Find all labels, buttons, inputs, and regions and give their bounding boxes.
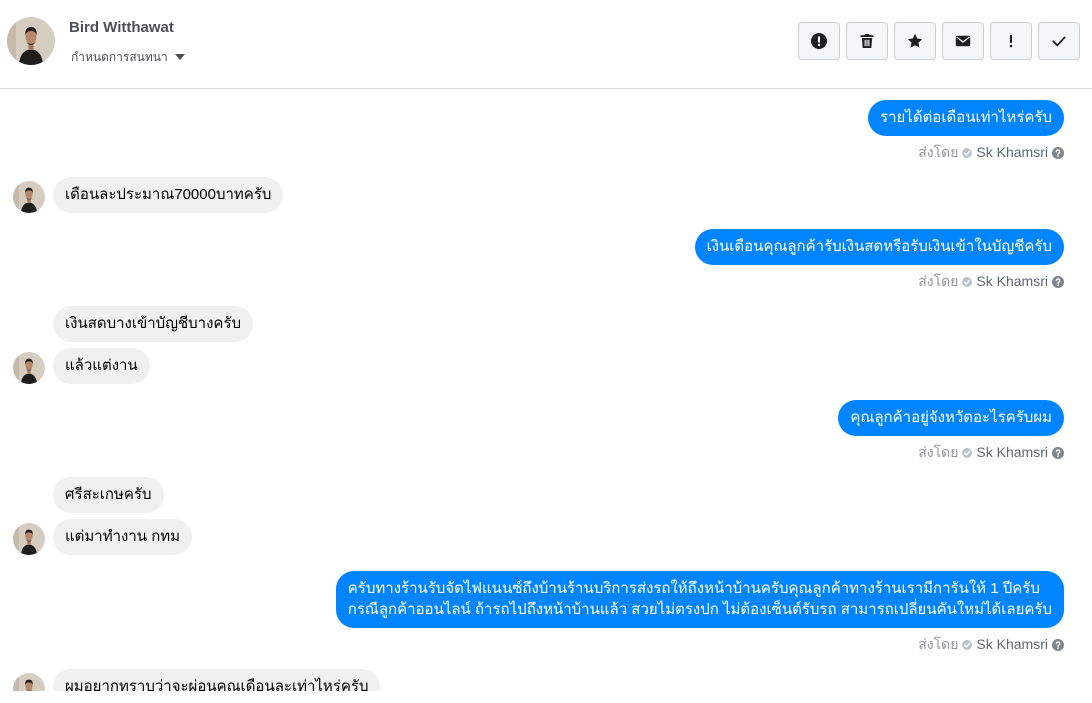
conversation-actions bbox=[798, 22, 1080, 60]
exclamation-circle-icon bbox=[811, 33, 827, 49]
outgoing-message-bubble: คุณลูกค้าอยู่จังหวัดอะไรครับผม bbox=[838, 400, 1064, 436]
check-circle-icon bbox=[962, 276, 973, 287]
outgoing-message-bubble: เงินเดือนคุณลูกค้ารับเงินสดหรือรับเงินเข… bbox=[694, 229, 1064, 265]
message-bubbles: ครับทางร้านรับจัดไฟแนนซ์ถึงบ้านร้านบริกา… bbox=[335, 571, 1064, 628]
sender-name[interactable]: Sk Khamsri bbox=[976, 444, 1048, 461]
contact-avatar bbox=[13, 523, 45, 555]
incoming-message-group: เงินสดบางเข้าบัญชีบางครับแล้วแต่งาน bbox=[13, 306, 1064, 384]
outgoing-message-bubble: รายได้ต่อเดือนเท่าไหร่ครับ bbox=[868, 100, 1064, 136]
incoming-message-bubble: แล้วแต่งาน bbox=[53, 348, 150, 384]
star-button[interactable] bbox=[894, 22, 936, 60]
exclamation-icon bbox=[1003, 33, 1019, 49]
check-circle-icon bbox=[962, 147, 973, 158]
question-circle-icon[interactable] bbox=[1052, 275, 1064, 288]
question-circle-icon[interactable] bbox=[1052, 146, 1064, 159]
sent-by-row: ส่งโดย Sk Khamsri bbox=[918, 444, 1064, 461]
message-list[interactable]: รายได้ต่อเดือนเท่าไหร่ครับส่งโดย Sk Khams… bbox=[0, 89, 1092, 691]
incoming-message-bubble: เงินสดบางเข้าบัญชีบางครับ bbox=[53, 306, 254, 342]
incoming-message-group: เดือนละประมาณ70000บาทครับ bbox=[13, 177, 1064, 213]
check-circle-icon bbox=[962, 447, 973, 458]
follow-up-button[interactable] bbox=[990, 22, 1032, 60]
contact-avatar bbox=[13, 352, 45, 384]
incoming-message-bubble: ผมอยากทราบว่าจะผ่อนคุณเดือนละเท่าไหร่ครั… bbox=[53, 669, 381, 691]
envelope-icon bbox=[955, 33, 971, 49]
sender-name[interactable]: Sk Khamsri bbox=[976, 636, 1048, 653]
check-icon bbox=[1051, 33, 1067, 49]
contact-name[interactable]: Bird Witthawat bbox=[69, 19, 174, 37]
contact-avatar bbox=[13, 181, 45, 213]
trash-icon bbox=[859, 33, 875, 49]
sender-name[interactable]: Sk Khamsri bbox=[976, 273, 1048, 290]
mark-as-done-button[interactable] bbox=[1038, 22, 1080, 60]
contact-avatar bbox=[13, 673, 45, 691]
outgoing-message-group: รายได้ต่อเดือนเท่าไหร่ครับส่งโดย Sk Khams… bbox=[13, 100, 1064, 161]
outgoing-message-bubble: ครับทางร้านรับจัดไฟแนนซ์ถึงบ้านร้านบริกา… bbox=[335, 571, 1064, 628]
sent-by-label: ส่งโดย bbox=[918, 273, 959, 289]
caret-down-icon bbox=[174, 54, 185, 60]
contact-avatar[interactable] bbox=[7, 17, 55, 65]
outgoing-message-group: ครับทางร้านรับจัดไฟแนนซ์ถึงบ้านร้านบริกา… bbox=[13, 571, 1064, 653]
mark-as-spam-button[interactable] bbox=[798, 22, 840, 60]
conversation-header: Bird Witthawat กำหนดการสนทนา bbox=[0, 0, 1092, 89]
sent-by-row: ส่งโดย Sk Khamsri bbox=[918, 144, 1064, 161]
message-bubbles: ผมอยากทราบว่าจะผ่อนคุณเดือนละเท่าไหร่ครั… bbox=[53, 669, 381, 691]
check-circle-icon bbox=[962, 639, 973, 650]
sent-by-label: ส่งโดย bbox=[918, 144, 959, 160]
message-bubbles: รายได้ต่อเดือนเท่าไหร่ครับ bbox=[868, 100, 1064, 136]
delete-button[interactable] bbox=[846, 22, 888, 60]
incoming-message-bubble: ศรีสะเกษครับ bbox=[53, 477, 164, 513]
sent-by-label: ส่งโดย bbox=[918, 444, 959, 460]
outgoing-message-group: คุณลูกค้าอยู่จังหวัดอะไรครับผมส่งโดย Sk K… bbox=[13, 400, 1064, 461]
incoming-message-bubble: แต่มาทำงาน กทม bbox=[53, 519, 193, 555]
mark-as-unread-button[interactable] bbox=[942, 22, 984, 60]
message-bubbles: คุณลูกค้าอยู่จังหวัดอะไรครับผม bbox=[838, 400, 1064, 436]
sender-name[interactable]: Sk Khamsri bbox=[976, 144, 1048, 161]
sent-by-row: ส่งโดย Sk Khamsri bbox=[918, 273, 1064, 290]
sent-by-row: ส่งโดย Sk Khamsri bbox=[918, 636, 1064, 653]
incoming-message-group: ศรีสะเกษครับแต่มาทำงาน กทม bbox=[13, 477, 1064, 555]
message-bubbles: ศรีสะเกษครับแต่มาทำงาน กทม bbox=[53, 477, 193, 555]
message-bubbles: เงินสดบางเข้าบัญชีบางครับแล้วแต่งาน bbox=[53, 306, 254, 384]
message-bubbles: เดือนละประมาณ70000บาทครับ bbox=[53, 177, 284, 213]
conversation-menu-dropdown[interactable]: กำหนดการสนทนา bbox=[71, 49, 185, 65]
star-icon bbox=[907, 33, 923, 49]
question-circle-icon[interactable] bbox=[1052, 446, 1064, 459]
conversation-menu-label: กำหนดการสนทนา bbox=[71, 50, 168, 64]
message-bubbles: เงินเดือนคุณลูกค้ารับเงินสดหรือรับเงินเข… bbox=[694, 229, 1064, 265]
incoming-message-bubble: เดือนละประมาณ70000บาทครับ bbox=[53, 177, 284, 213]
sent-by-label: ส่งโดย bbox=[918, 636, 959, 652]
question-circle-icon[interactable] bbox=[1052, 638, 1064, 651]
outgoing-message-group: เงินเดือนคุณลูกค้ารับเงินสดหรือรับเงินเข… bbox=[13, 229, 1064, 290]
incoming-message-group: ผมอยากทราบว่าจะผ่อนคุณเดือนละเท่าไหร่ครั… bbox=[13, 669, 1064, 691]
